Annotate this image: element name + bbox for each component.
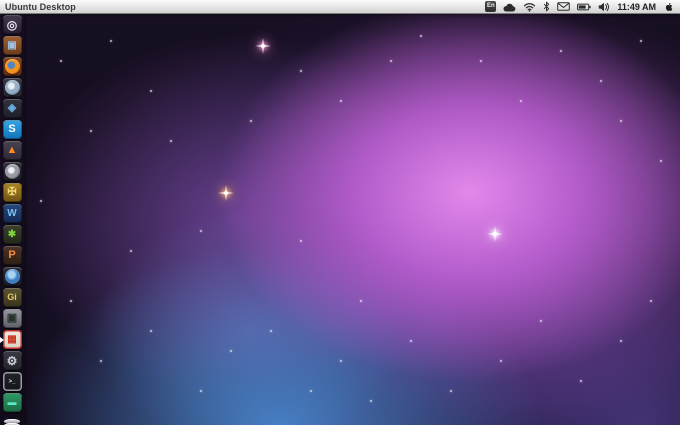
- system-settings-icon: ⚙: [6, 353, 18, 368]
- star: [480, 60, 482, 62]
- star: [300, 70, 302, 72]
- globe-app-icon: [4, 269, 20, 284]
- cube-app-icon: ◈: [7, 102, 17, 114]
- star: [90, 130, 92, 132]
- system-tray: En 11:49 AM: [485, 1, 680, 13]
- green-x-app-icon: ✱: [7, 228, 17, 240]
- playonlinux-icon: P: [8, 249, 16, 261]
- battery-icon[interactable]: [577, 3, 591, 11]
- star: [500, 360, 502, 362]
- skype-icon: S: [8, 123, 16, 135]
- keyboard-layout-indicator[interactable]: En: [485, 1, 497, 12]
- star: [540, 320, 542, 322]
- bright-star: [255, 38, 271, 54]
- star: [250, 120, 252, 122]
- star: [70, 300, 72, 302]
- star: [110, 40, 112, 42]
- launcher-item-system-settings[interactable]: ⚙: [2, 351, 22, 370]
- monitor-app-icon: ▣: [6, 312, 18, 324]
- star: [270, 330, 272, 332]
- star: [100, 360, 102, 362]
- launcher-item-disc-stack[interactable]: [3, 414, 22, 425]
- star: [40, 200, 42, 202]
- star: [620, 120, 622, 122]
- launcher-item-dash-home[interactable]: ◎: [2, 15, 22, 34]
- launcher-item-red-app[interactable]: ▦: [0, 330, 22, 349]
- star: [640, 40, 642, 42]
- green-board-app-icon: ▬: [7, 397, 17, 407]
- blue-wave-app-icon: W: [7, 207, 17, 219]
- bright-star: [487, 226, 503, 242]
- volume-icon[interactable]: [598, 2, 610, 12]
- launcher-item-globe-app[interactable]: [2, 267, 22, 286]
- star: [360, 300, 362, 302]
- bright-star: [218, 185, 234, 201]
- star: [450, 390, 452, 392]
- star: [200, 390, 202, 392]
- launcher-item-chromium[interactable]: [2, 78, 22, 97]
- star: [520, 100, 522, 102]
- gi-app-icon: Gi: [7, 292, 17, 302]
- star: [660, 160, 662, 162]
- launcher: ◎ ▣ ◈ S ▲ ✠ W ✱ P Gi ▣ ▦ ⚙ >_ ▬: [0, 13, 24, 425]
- star: [150, 330, 152, 332]
- remote-desktop-icon: ▣: [7, 39, 17, 51]
- star: [620, 340, 622, 342]
- launcher-item-gold-crest-app[interactable]: ✠: [2, 183, 22, 202]
- star: [650, 300, 652, 302]
- desktop: Ubuntu Desktop En 11:49 AM ◎ ▣ ◈ S ▲ ✠ W…: [0, 0, 680, 425]
- star: [230, 350, 232, 352]
- dash-home-icon: ◎: [6, 17, 18, 32]
- red-app-icon: ▦: [7, 333, 17, 345]
- running-indicator: [0, 336, 4, 343]
- star: [300, 240, 302, 242]
- star: [560, 50, 562, 52]
- wifi-icon[interactable]: [523, 2, 536, 12]
- launcher-item-green-board-app[interactable]: ▬: [2, 393, 22, 412]
- steam-icon: [4, 164, 20, 179]
- star: [200, 230, 202, 232]
- vlc-icon: ▲: [6, 144, 18, 156]
- clock[interactable]: 11:49 AM: [617, 2, 656, 12]
- star: [370, 400, 372, 402]
- mail-icon[interactable]: [557, 2, 571, 11]
- launcher-item-firefox[interactable]: [2, 57, 22, 76]
- launcher-item-gi-app[interactable]: Gi: [2, 288, 22, 307]
- star: [130, 250, 132, 252]
- star: [420, 35, 422, 37]
- star: [390, 60, 392, 62]
- terminal-icon: >_: [8, 378, 16, 385]
- gold-crest-app-icon: ✠: [7, 186, 17, 198]
- firefox-icon: [4, 59, 20, 74]
- launcher-item-remote-desktop[interactable]: ▣: [2, 36, 22, 55]
- star: [150, 90, 152, 92]
- star: [600, 80, 602, 82]
- bluetooth-icon[interactable]: [543, 1, 550, 12]
- launcher-item-green-x-app[interactable]: ✱: [2, 225, 22, 244]
- wallpaper: [0, 0, 680, 425]
- star: [60, 60, 62, 62]
- star: [340, 100, 342, 102]
- launcher-item-blue-wave-app[interactable]: W: [2, 204, 22, 223]
- star: [410, 340, 412, 342]
- apple-menu-icon[interactable]: [663, 1, 673, 13]
- star: [340, 360, 342, 362]
- chromium-icon: [4, 80, 20, 95]
- launcher-item-playonlinux[interactable]: P: [2, 246, 22, 265]
- launcher-item-skype[interactable]: S: [2, 120, 22, 139]
- launcher-item-cube-app[interactable]: ◈: [2, 99, 22, 118]
- launcher-item-terminal[interactable]: >_: [2, 372, 22, 391]
- launcher-item-monitor-app[interactable]: ▣: [2, 309, 22, 328]
- launcher-item-steam[interactable]: [2, 162, 22, 181]
- star: [310, 390, 312, 392]
- cloud-icon[interactable]: [503, 2, 516, 12]
- launcher-item-vlc[interactable]: ▲: [2, 141, 22, 160]
- active-app-title[interactable]: Ubuntu Desktop: [5, 2, 76, 12]
- star: [170, 140, 172, 142]
- top-panel: Ubuntu Desktop En 11:49 AM: [0, 0, 680, 13]
- star: [580, 380, 582, 382]
